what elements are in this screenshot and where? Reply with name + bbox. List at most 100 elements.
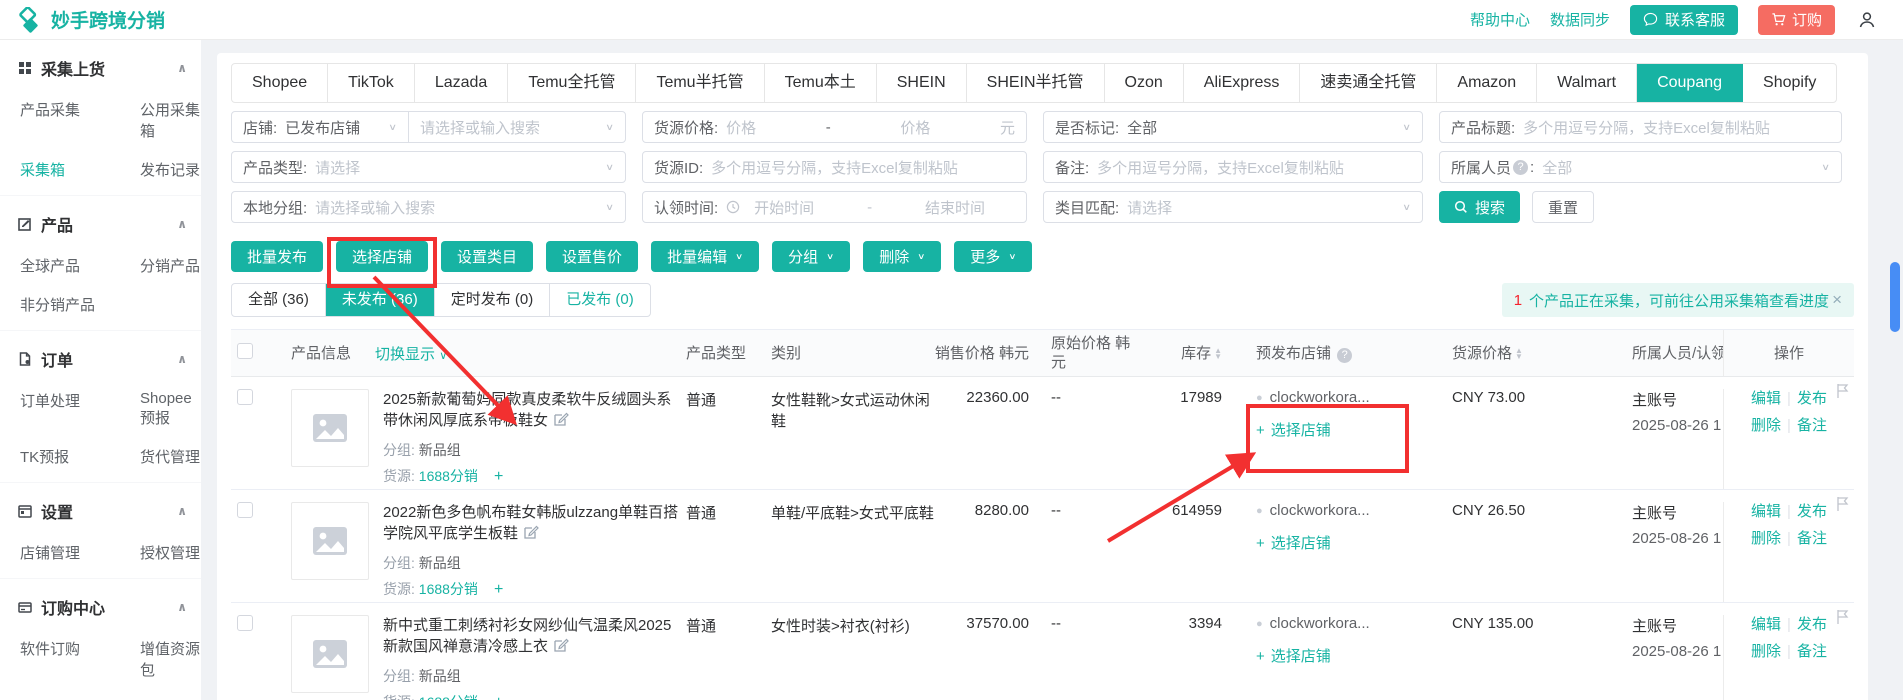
claim-time-filter[interactable]: 认领时间: 开始时间 - 结束时间 [642, 191, 1027, 223]
sidebar-item-order-processing[interactable]: 订单处理 [20, 381, 140, 437]
select-shop-link[interactable]: + 选择店铺 [1256, 532, 1428, 553]
search-button[interactable]: 搜索 [1439, 191, 1521, 223]
price-from-input[interactable]: 价格 [726, 117, 756, 138]
tab-aliexpress[interactable]: AliExpress [1184, 64, 1301, 102]
chevron-up-icon[interactable]: ∧ [177, 600, 187, 614]
source-id-filter[interactable]: 货源ID: 多个用逗号分隔，支持Excel复制粘贴 [642, 151, 1027, 183]
tab-temu-semi[interactable]: Temu半托管 [636, 64, 765, 102]
local-group-filter[interactable]: 本地分组: 请选择或输入搜索 ∨ [231, 191, 626, 223]
delete-link[interactable]: 删除 [1751, 643, 1781, 660]
edit-link[interactable]: 编辑 [1751, 503, 1781, 520]
tab-temu-local[interactable]: Temu本土 [765, 64, 877, 102]
note-link[interactable]: 备注 [1797, 643, 1827, 660]
chevron-up-icon[interactable]: ∧ [177, 504, 187, 518]
help-center-link[interactable]: 帮助中心 [1470, 9, 1530, 30]
sidebar-item-distribution-product[interactable]: 分销产品 [140, 246, 201, 285]
flag-icon[interactable] [1835, 609, 1850, 629]
sort-icon[interactable]: ▲ ▼ [1214, 346, 1222, 360]
sidebar-item-purchased-services[interactable]: 已购服务 [20, 689, 140, 700]
sidebar-header-product[interactable]: 产品 ∧ [0, 202, 201, 246]
tab-shopify[interactable]: Shopify [1743, 64, 1836, 102]
source-link[interactable]: 1688分销 [419, 581, 478, 597]
price-to-input[interactable]: 价格 [900, 117, 930, 138]
close-icon[interactable]: × [1832, 290, 1842, 310]
sidebar-header-order[interactable]: 订单 ∧ [0, 337, 201, 381]
tab-tiktok[interactable]: TikTok [328, 64, 415, 102]
set-price-button[interactable]: 设置售价 [546, 241, 639, 272]
tab-shein[interactable]: SHEIN [877, 64, 967, 102]
tab-smt-full[interactable]: 速卖通全托管 [1300, 64, 1438, 102]
reset-button[interactable]: 重置 [1532, 191, 1595, 223]
category-match-filter[interactable]: 类目匹配: 请选择 ∨ [1043, 191, 1423, 223]
edit-link[interactable]: 编辑 [1751, 616, 1781, 633]
product-type-filter[interactable]: 产品类型: 请选择 ∨ [231, 151, 626, 183]
sidebar-item-shopee-forecast[interactable]: Shopee预报 [140, 381, 201, 437]
mark-filter[interactable]: 是否标记: 全部 ∨ [1043, 111, 1423, 143]
status-tab-scheduled[interactable]: 定时发布 (0) [435, 284, 551, 316]
edit-link[interactable]: 编辑 [1751, 390, 1781, 407]
sidebar-item-tk-forecast[interactable]: TK预报 [20, 437, 140, 476]
chevron-up-icon[interactable]: ∧ [177, 61, 187, 75]
tab-walmart[interactable]: Walmart [1537, 64, 1638, 102]
sidebar-item-product-collect[interactable]: 产品采集 [20, 90, 140, 150]
tab-lazada[interactable]: Lazada [415, 64, 509, 102]
order-button[interactable]: 订购 [1757, 4, 1835, 35]
add-source-icon[interactable]: + [494, 581, 503, 598]
tab-shein-semi[interactable]: SHEIN半托管 [967, 64, 1105, 102]
toggle-display-link[interactable]: 切换显示 ∨ [375, 343, 447, 364]
set-category-button[interactable]: 设置类目 [441, 241, 534, 272]
source-price-filter[interactable]: 货源价格: 价格 - 价格 元 [642, 111, 1027, 143]
end-time-input[interactable]: 结束时间 [925, 197, 985, 218]
tab-shopee[interactable]: Shopee [232, 64, 329, 102]
edit-title-icon[interactable] [553, 411, 569, 433]
product-title-filter[interactable]: 产品标题: 多个用逗号分隔，支持Excel复制粘贴 [1439, 111, 1842, 143]
data-sync-link[interactable]: 数据同步 [1550, 9, 1610, 30]
tab-ozon[interactable]: Ozon [1105, 64, 1184, 102]
sidebar-header-collect[interactable]: 采集上货 ∧ [0, 46, 201, 90]
col-source-price-sortable[interactable]: 货源价格 ▲ ▼ [1428, 344, 1608, 363]
tab-temu-full[interactable]: Temu全托管 [508, 64, 637, 102]
sidebar-item-software-order[interactable]: 软件订购 [20, 629, 140, 689]
status-tab-unpublished[interactable]: 未发布 (36) [325, 284, 435, 316]
sidebar-item-global-product[interactable]: 全球产品 [20, 246, 140, 285]
col-stock-sortable[interactable]: 库存 ▲ ▼ [1135, 344, 1232, 363]
sidebar-item-public-collect-box[interactable]: 公用采集箱 [140, 90, 201, 150]
select-shop-link[interactable]: + 选择店铺 [1256, 645, 1428, 666]
shop-type-select[interactable]: 店铺: 已发布店铺 ∨ [231, 111, 409, 143]
select-shop-button[interactable]: 选择店铺 [336, 241, 429, 272]
source-link[interactable]: 1688分销 [419, 694, 478, 700]
publish-link[interactable]: 发布 [1797, 503, 1827, 520]
sidebar-item-freight-management[interactable]: 货代管理 [140, 437, 201, 476]
tab-amazon[interactable]: Amazon [1437, 64, 1538, 102]
sort-icon[interactable]: ▲ ▼ [1515, 346, 1523, 360]
user-icon[interactable] [1857, 10, 1877, 30]
shop-search-select[interactable]: 请选择或输入搜索 ∨ [408, 111, 626, 143]
select-all-checkbox[interactable] [237, 343, 253, 359]
sidebar-item-publish-record[interactable]: 发布记录 [140, 150, 201, 189]
note-link[interactable]: 备注 [1797, 530, 1827, 547]
vertical-scrollbar-thumb[interactable] [1890, 262, 1900, 332]
owner-filter[interactable]: 所属人员 ? : 全部 ∨ [1439, 151, 1842, 183]
source-link[interactable]: 1688分销 [419, 468, 478, 484]
add-source-icon[interactable]: + [494, 468, 503, 485]
sidebar-item-value-added-pack[interactable]: 增值资源包 [140, 629, 201, 689]
chevron-up-icon[interactable]: ∧ [177, 217, 187, 231]
more-button[interactable]: 更多 ∨ [954, 241, 1033, 272]
delete-link[interactable]: 删除 [1751, 530, 1781, 547]
sidebar-header-settings[interactable]: 设置 ∧ [0, 489, 201, 533]
sidebar-item-collect-box[interactable]: 采集箱 [20, 150, 140, 189]
sidebar-item-auth-management[interactable]: 授权管理 [140, 533, 201, 572]
start-time-input[interactable]: 开始时间 [754, 197, 814, 218]
publish-link[interactable]: 发布 [1797, 390, 1827, 407]
flag-icon[interactable] [1835, 383, 1850, 403]
batch-publish-button[interactable]: 批量发布 [231, 241, 324, 272]
add-source-icon[interactable]: + [494, 694, 503, 700]
batch-edit-button[interactable]: 批量编辑 ∨ [651, 241, 760, 272]
sidebar-header-subscribe[interactable]: 订购中心 ∧ [0, 585, 201, 629]
select-shop-link[interactable]: + 选择店铺 [1256, 419, 1428, 440]
status-tab-published[interactable]: 已发布 (0) [550, 284, 650, 316]
group-button[interactable]: 分组 ∨ [772, 241, 851, 272]
contact-support-button[interactable]: 联系客服 [1629, 4, 1738, 35]
row-checkbox[interactable] [237, 389, 253, 405]
flag-icon[interactable] [1835, 496, 1850, 516]
